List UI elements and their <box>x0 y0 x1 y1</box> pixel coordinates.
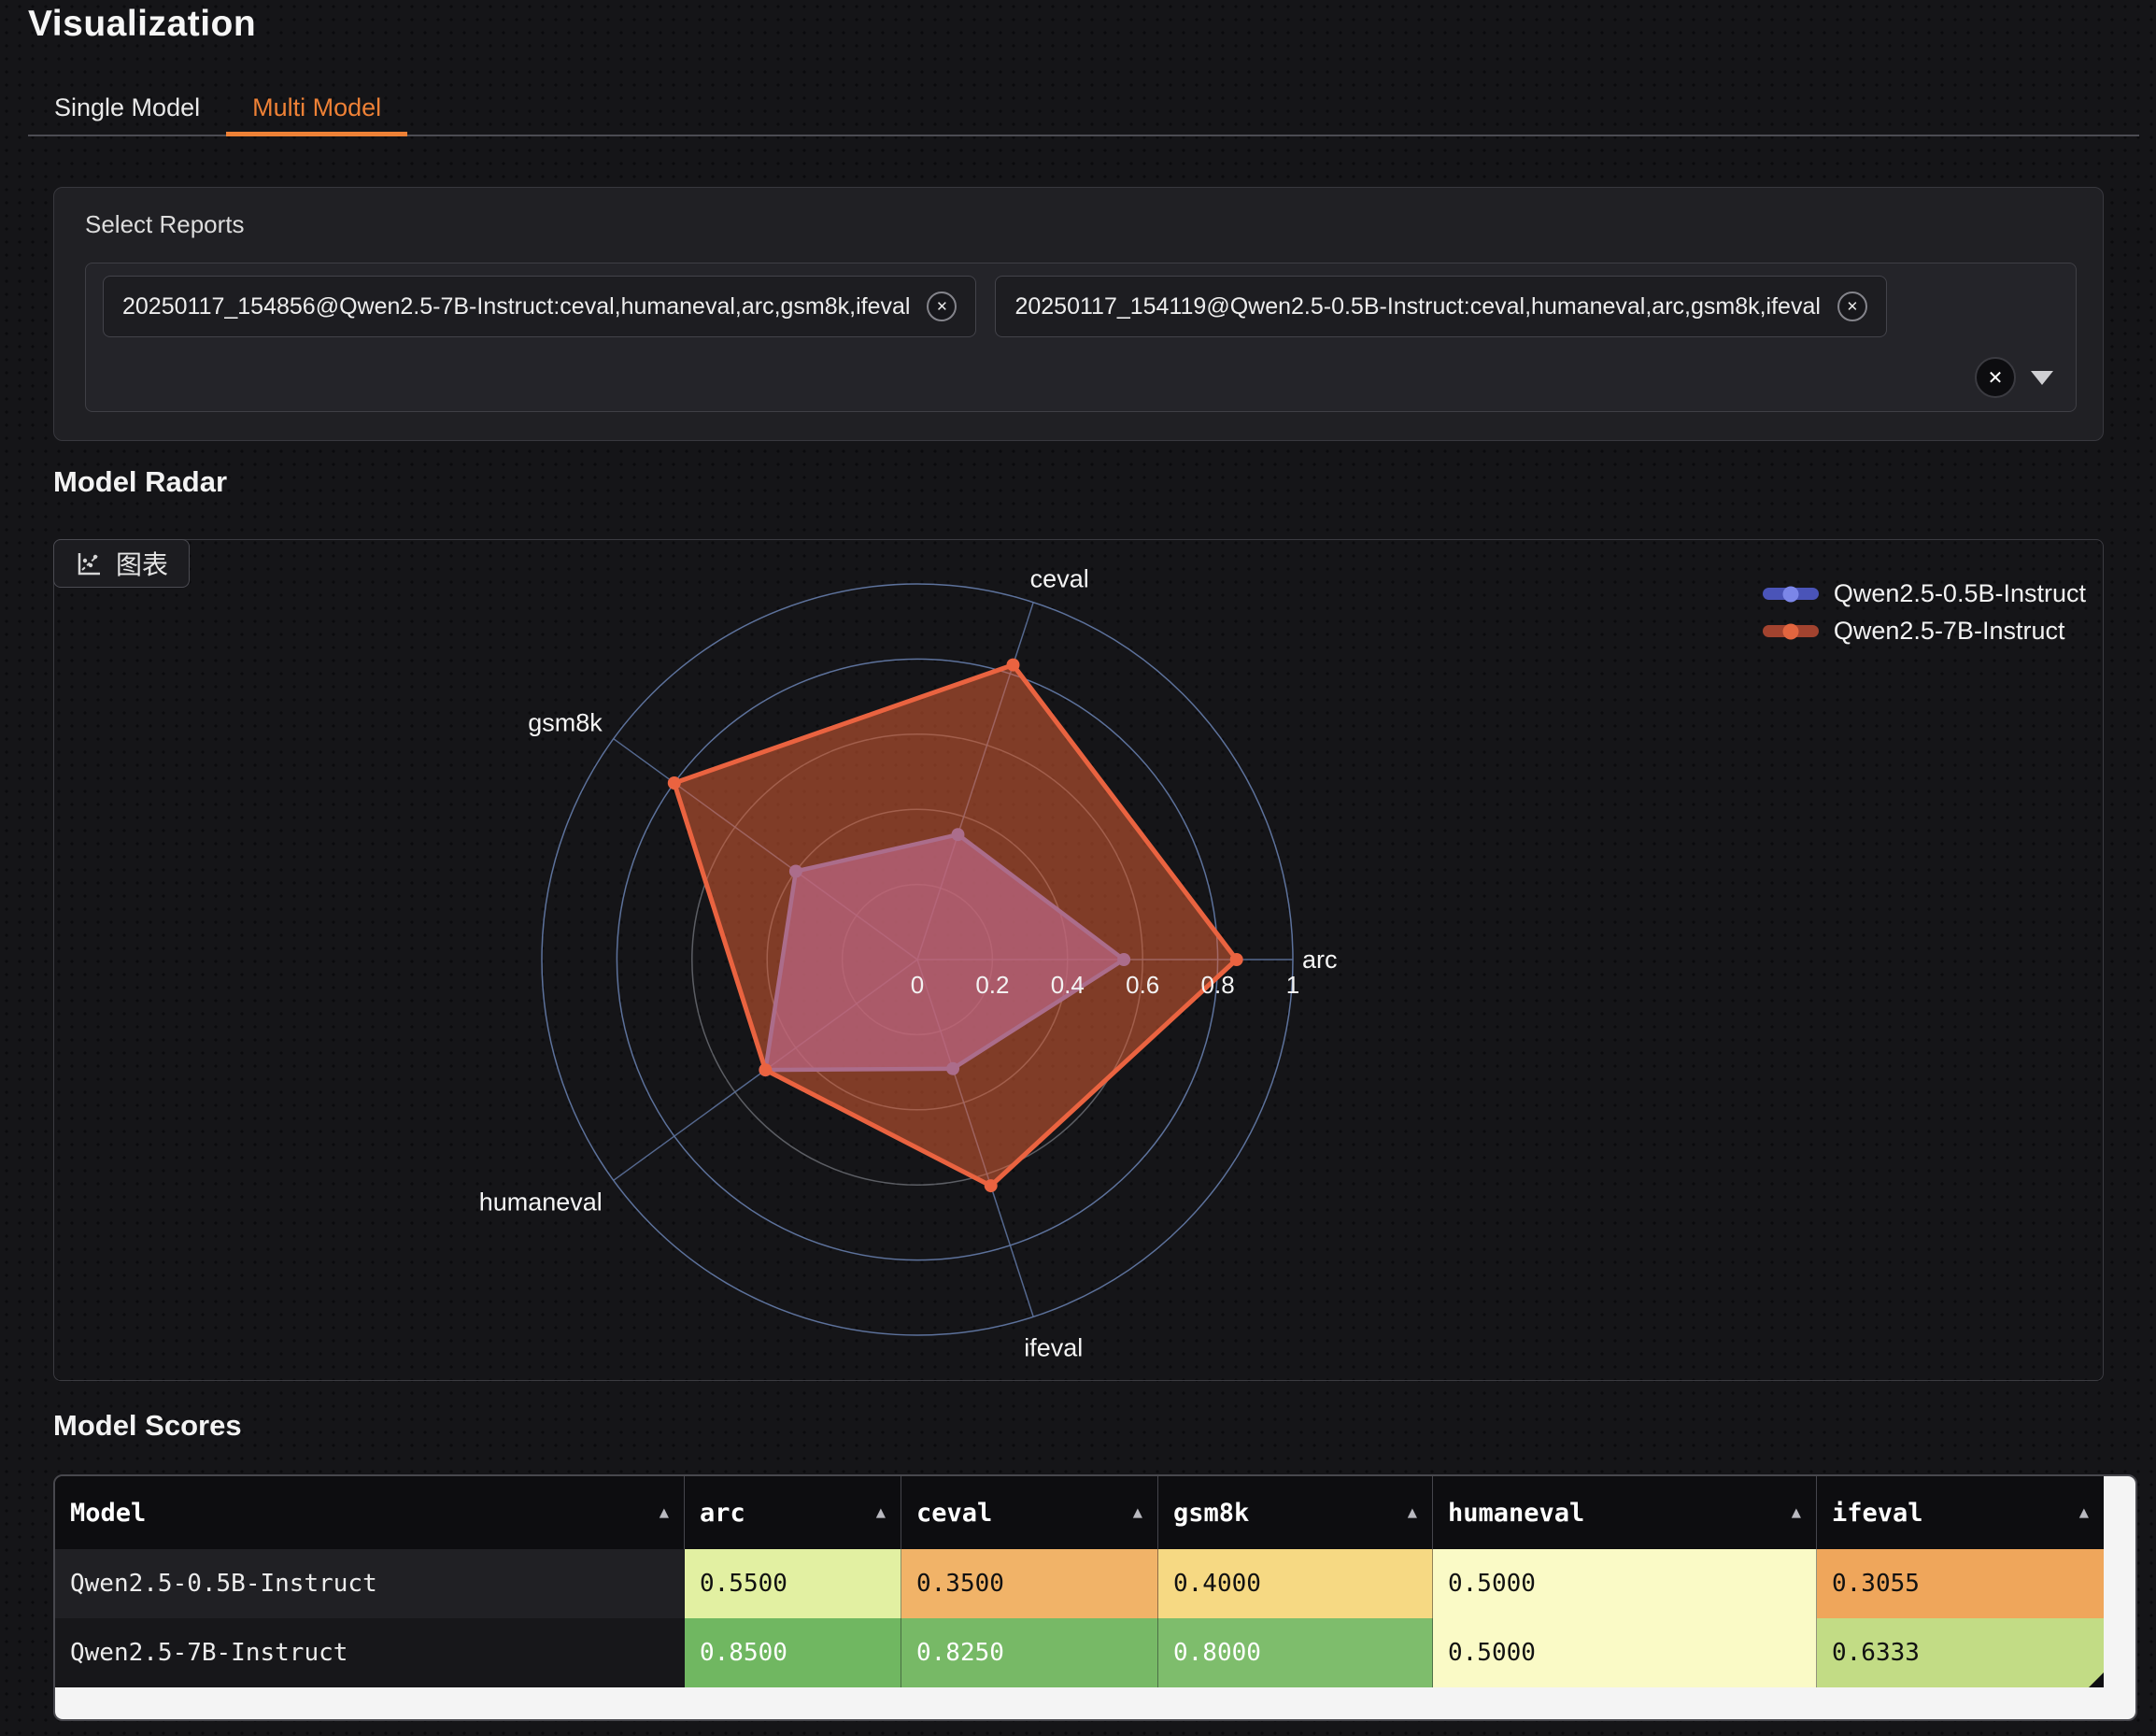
column-header-arc[interactable]: arc ▲ <box>685 1476 901 1549</box>
select-reports-panel: Select Reports 20250117_154856@Qwen2.5-7… <box>53 187 2104 441</box>
clear-icon: ✕ <box>1988 366 2004 390</box>
legend-label: Qwen2.5-0.5B-Instruct <box>1834 579 2086 608</box>
report-chip[interactable]: 20250117_154119@Qwen2.5-0.5B-Instruct:ce… <box>995 276 1886 337</box>
svg-text:0.8: 0.8 <box>1201 971 1235 999</box>
horizontal-scrollbar[interactable] <box>55 1687 2104 1719</box>
legend-label: Qwen2.5-7B-Instruct <box>1834 617 2065 646</box>
report-chip[interactable]: 20250117_154856@Qwen2.5-7B-Instruct:ceva… <box>103 276 976 337</box>
score-cell: 0.6333 <box>1817 1618 2104 1687</box>
report-chip-label: 20250117_154856@Qwen2.5-7B-Instruct:ceva… <box>122 293 910 320</box>
tab-multi-model[interactable]: Multi Model <box>226 82 407 136</box>
column-header-label: humaneval <box>1448 1499 1584 1528</box>
svg-text:1: 1 <box>1286 971 1299 999</box>
svg-text:gsm8k: gsm8k <box>528 709 603 737</box>
radar-chart[interactable]: 0 0.2 0.4 0.6 0.8 1arc ceval gsm8k humaneval ifev… <box>54 540 2103 1380</box>
score-cell: 0.5500 <box>685 1549 901 1618</box>
sort-ascending-icon[interactable]: ▲ <box>876 1503 886 1522</box>
sort-ascending-icon[interactable]: ▲ <box>2079 1503 2089 1522</box>
select-reports-label: Select Reports <box>85 210 245 239</box>
svg-text:0.6: 0.6 <box>1126 971 1159 999</box>
vertical-scrollbar[interactable] <box>2104 1476 2135 1719</box>
score-cell: 0.3055 <box>1817 1549 2104 1618</box>
column-header-label: ifeval <box>1832 1499 1923 1528</box>
column-header-label: ceval <box>916 1499 992 1528</box>
score-cell: 0.5000 <box>1433 1618 1817 1687</box>
reports-multiselect[interactable]: 20250117_154856@Qwen2.5-7B-Instruct:ceva… <box>85 263 2077 412</box>
scatter-chart-icon <box>75 549 103 577</box>
legend-line-marker <box>1763 625 1819 637</box>
clear-all-button[interactable]: ✕ <box>1975 357 2016 398</box>
svg-text:0.2: 0.2 <box>975 971 1009 999</box>
model-scores-table: Model▲arc▲ceval▲gsm8k▲humaneval▲ifeval▲ … <box>53 1474 2137 1721</box>
report-chips: 20250117_154856@Qwen2.5-7B-Instruct:ceva… <box>103 276 1887 337</box>
legend-line-marker <box>1763 588 1819 600</box>
report-chip-label: 20250117_154119@Qwen2.5-0.5B-Instruct:ce… <box>1014 293 1820 320</box>
chip-remove-icon[interactable]: ✕ <box>1837 292 1867 321</box>
select-controls: ✕ <box>1975 357 2053 398</box>
scores-section-heading: Model Scores <box>53 1409 242 1443</box>
svg-text:0: 0 <box>911 971 924 999</box>
svg-text:ceval: ceval <box>1030 565 1089 593</box>
radar-section-heading: Model Radar <box>53 465 227 499</box>
sort-ascending-icon[interactable]: ▲ <box>660 1503 669 1522</box>
legend-dot-icon <box>1782 623 1798 639</box>
dropdown-caret-icon[interactable] <box>2031 371 2053 385</box>
sort-ascending-icon[interactable]: ▲ <box>1133 1503 1142 1522</box>
score-cell: 0.8500 <box>685 1618 901 1687</box>
model-name-cell: Qwen2.5-0.5B-Instruct <box>55 1549 685 1618</box>
svg-text:ifeval: ifeval <box>1024 1333 1083 1361</box>
score-cell: 0.8250 <box>901 1618 1158 1687</box>
svg-text:0.4: 0.4 <box>1051 971 1085 999</box>
column-header-label: arc <box>700 1499 745 1528</box>
legend-item[interactable]: Qwen2.5-0.5B-Instruct <box>1763 579 2086 608</box>
table-body: Qwen2.5-0.5B-Instruct0.55000.35000.40000… <box>55 1549 2104 1687</box>
column-header-label: Model <box>70 1499 146 1528</box>
radar-chart-container: 0 0.2 0.4 0.6 0.8 1arc ceval gsm8k humaneval ifev… <box>53 539 2104 1381</box>
tab-single-model[interactable]: Single Model <box>28 82 226 136</box>
page-title: Visualization <box>28 4 256 45</box>
chart-tab-button[interactable]: 图表 <box>53 539 190 588</box>
score-cell: 0.3500 <box>901 1549 1158 1618</box>
svg-text:arc: arc <box>1302 946 1338 974</box>
score-cell: 0.5000 <box>1433 1549 1817 1618</box>
visualization-page: Visualization Single Model Multi Model S… <box>0 0 2156 1736</box>
legend-item[interactable]: Qwen2.5-7B-Instruct <box>1763 617 2086 646</box>
column-header-humaneval[interactable]: humaneval ▲ <box>1433 1476 1817 1549</box>
score-cell: 0.8000 <box>1158 1618 1433 1687</box>
svg-text:humaneval: humaneval <box>479 1188 603 1216</box>
legend-dot-icon <box>1782 586 1798 602</box>
model-name-cell: Qwen2.5-7B-Instruct <box>55 1618 685 1687</box>
table-header-row: Model ▲ arc ▲ ceval ▲ gsm8k ▲ humaneval ▲ ifeval ▲ <box>55 1476 2104 1549</box>
column-header-model[interactable]: Model ▲ <box>55 1476 685 1549</box>
sort-ascending-icon[interactable]: ▲ <box>1408 1503 1417 1522</box>
score-cell: 0.4000 <box>1158 1549 1433 1618</box>
column-header-gsm8k[interactable]: gsm8k ▲ <box>1158 1476 1433 1549</box>
column-header-ifeval[interactable]: ifeval ▲ <box>1817 1476 2104 1549</box>
table-row: Qwen2.5-0.5B-Instruct0.55000.35000.40000… <box>55 1549 2104 1618</box>
chart-tab-label: 图表 <box>116 545 168 582</box>
column-header-ceval[interactable]: ceval ▲ <box>901 1476 1158 1549</box>
legend: Qwen2.5-0.5B-Instruct Qwen2.5-7B-Instruct <box>1763 579 2086 646</box>
table-row: Qwen2.5-7B-Instruct0.85000.82500.80000.5… <box>55 1618 2104 1687</box>
sort-ascending-icon[interactable]: ▲ <box>1792 1503 1801 1522</box>
column-header-label: gsm8k <box>1173 1499 1249 1528</box>
tab-bar: Single Model Multi Model <box>28 82 2139 136</box>
table-main: Model▲arc▲ceval▲gsm8k▲humaneval▲ifeval▲ … <box>55 1476 2104 1719</box>
chip-remove-icon[interactable]: ✕ <box>927 292 957 321</box>
